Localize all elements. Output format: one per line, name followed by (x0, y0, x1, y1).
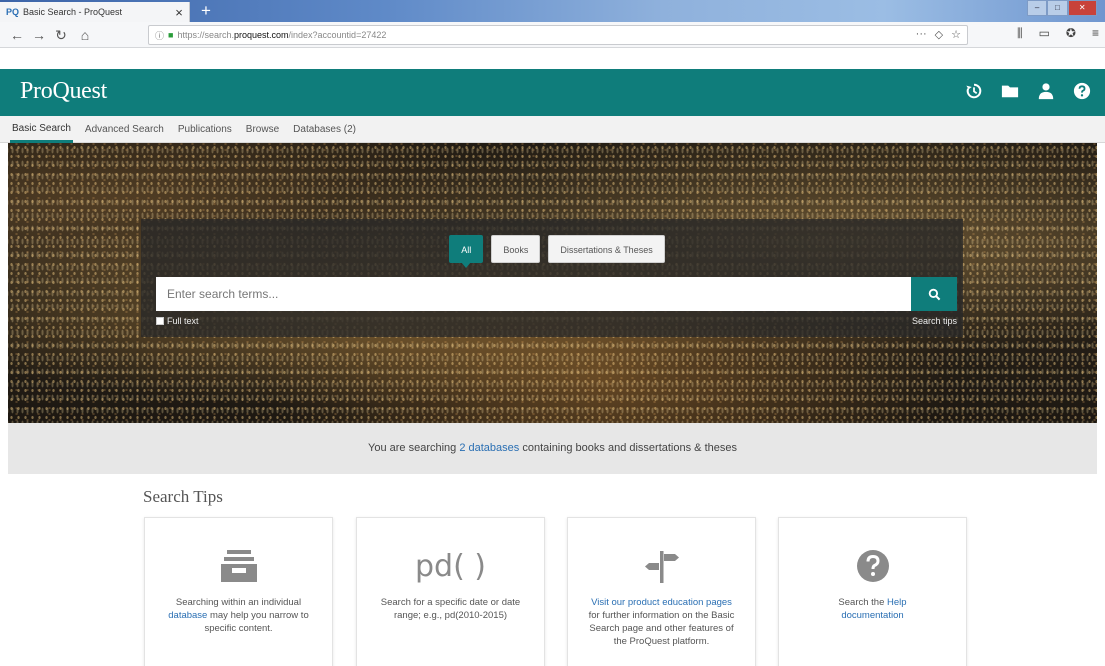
tip-card-education: Visit our product education pages for fu… (567, 517, 756, 666)
signpost-icon (644, 551, 679, 583)
full-text-toggle[interactable]: Full text (156, 316, 199, 326)
search-input[interactable] (156, 277, 911, 311)
new-tab-button[interactable]: + (198, 2, 214, 19)
pd-function-icon: pd( ) (414, 548, 487, 584)
maximize-button[interactable]: □ (1047, 0, 1068, 16)
info-icon[interactable]: ⓘ (155, 29, 164, 42)
menu-icon[interactable]: ≡ (1092, 26, 1099, 41)
lock-icon: ■ (168, 30, 174, 40)
user-icon[interactable] (1037, 82, 1055, 100)
search-tips-heading: Search Tips (143, 487, 223, 506)
help-icon[interactable] (1073, 82, 1091, 100)
proquest-favicon-icon: PQ (6, 7, 20, 17)
forward-arrow-icon[interactable]: → (30, 26, 48, 44)
tip-text-education: Visit our product education pages for fu… (588, 597, 735, 647)
url-actions: ··· ◇ ☆ (916, 28, 961, 41)
nav-basic-search[interactable]: Basic Search (10, 116, 73, 143)
tip-text-help: Search the Help documentation (838, 597, 907, 621)
tab-close-icon[interactable]: × (169, 5, 189, 20)
tip-card-date: pd( ) Search for a specific date or date… (356, 517, 545, 666)
browser-tab-bar: PQ Basic Search - ProQuest × + – □ ✕ (0, 0, 1105, 22)
help-circle-icon (856, 550, 889, 582)
databases-link[interactable]: 2 databases (459, 442, 519, 454)
tab-title: Basic Search - ProQuest (23, 7, 123, 17)
database-link[interactable]: database (168, 610, 207, 621)
minimize-button[interactable]: – (1027, 0, 1048, 16)
browser-tab[interactable]: PQ Basic Search - ProQuest × (0, 2, 190, 22)
tip-text-database: Searching within an individual database … (168, 597, 309, 634)
full-text-checkbox[interactable] (156, 317, 164, 325)
pocket-icon[interactable]: ◇ (935, 28, 943, 41)
browser-navbar: ← → ↻ ⌂ ⓘ ■ https://search. proquest.com /… (0, 22, 1105, 48)
search-icon (928, 288, 940, 300)
product-education-link[interactable]: Visit our product education pages (591, 597, 732, 608)
bookmark-star-icon[interactable]: ☆ (951, 28, 961, 41)
filter-dissertations-button[interactable]: Dissertations & Theses (548, 235, 665, 263)
back-arrow-icon[interactable]: ← (8, 26, 26, 44)
home-icon[interactable]: ⌂ (76, 26, 94, 44)
library-icon[interactable]: ⫼ (1017, 26, 1023, 41)
info-text-prefix: You are searching (368, 442, 460, 454)
browser-toolbar-right: ⫼ ▭ ✪ ≡ (1017, 26, 1099, 41)
reload-icon[interactable]: ↻ (52, 26, 70, 44)
sidebar-icon[interactable]: ▭ (1039, 26, 1050, 41)
search-nav: Basic Search Advanced Search Publication… (0, 116, 1105, 143)
tip-text-date: Search for a specific date or date range… (380, 597, 521, 621)
filter-books-button[interactable]: Books (491, 235, 541, 263)
tip-card-help: Search the Help documentation (778, 517, 967, 666)
nav-publications[interactable]: Publications (176, 116, 234, 143)
recent-searches-icon[interactable] (965, 82, 983, 100)
nav-advanced-search[interactable]: Advanced Search (83, 116, 166, 143)
window-controls: – □ ✕ (1027, 0, 1097, 16)
filter-all-button[interactable]: All (449, 235, 484, 268)
inbox-tray-icon (220, 550, 257, 582)
url-prefix: https://search. (177, 30, 234, 40)
page-actions-icon[interactable]: ··· (916, 28, 927, 41)
close-window-button[interactable]: ✕ (1067, 0, 1097, 16)
tip-card-database: Searching within an individual database … (144, 517, 333, 666)
full-text-label: Full text (167, 316, 199, 326)
proquest-header: ProQuest (0, 69, 1105, 116)
address-bar[interactable]: ⓘ ■ https://search. proquest.com/index?ac… (148, 25, 968, 45)
folder-icon[interactable] (1001, 82, 1019, 100)
extension-icon[interactable]: ✪ (1066, 26, 1076, 41)
hero-city-lights-image: All Books Dissertations & Theses Full te… (8, 143, 1097, 423)
url-domain: proquest.com (233, 30, 289, 40)
url-path: /index?accountid=27422 (288, 30, 387, 40)
search-tips-link[interactable]: Search tips (912, 316, 957, 326)
header-icons (965, 82, 1091, 100)
nav-databases[interactable]: Databases (2) (291, 116, 358, 143)
proquest-logo[interactable]: ProQuest (20, 78, 107, 105)
help-link[interactable]: Help (887, 597, 907, 608)
search-button[interactable] (911, 277, 957, 311)
source-type-filters: All Books Dissertations & Theses (141, 235, 963, 268)
database-info-bar: You are searching 2 databases containing… (8, 423, 1097, 474)
search-panel: All Books Dissertations & Theses Full te… (141, 219, 963, 337)
nav-browse[interactable]: Browse (244, 116, 281, 143)
info-text-suffix: containing books and dissertations & the… (519, 442, 737, 454)
